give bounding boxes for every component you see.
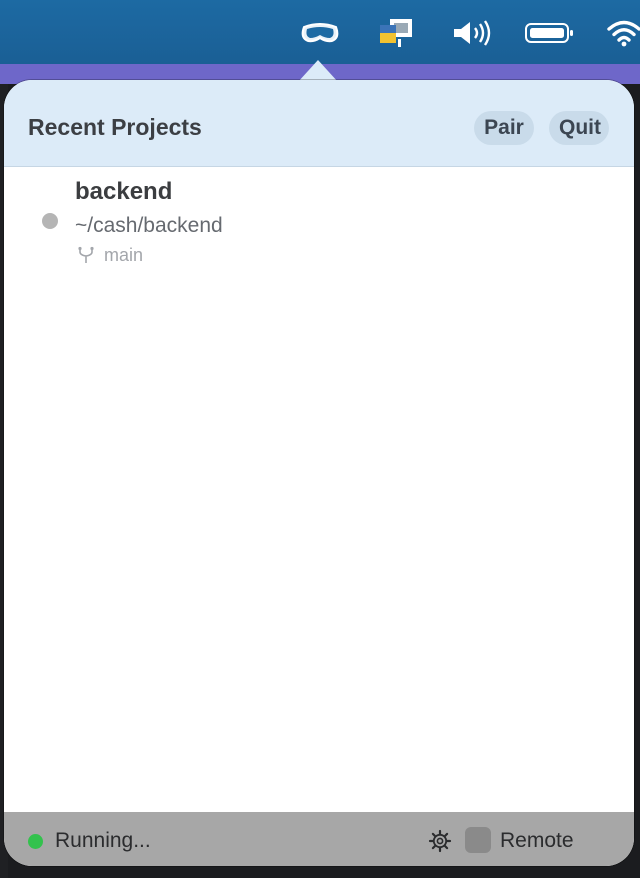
gear-icon[interactable] [428, 829, 452, 853]
app-status-icon[interactable] [372, 16, 420, 50]
remote-checkbox[interactable] [465, 827, 491, 853]
project-branch: main [104, 245, 144, 265]
remote-label[interactable]: Remote [500, 829, 574, 853]
pair-button[interactable]: Pair [474, 111, 534, 145]
popover-arrow [298, 60, 338, 82]
menu-bar [0, 0, 640, 64]
running-status-dot [28, 834, 43, 849]
wifi-icon[interactable] [604, 16, 640, 50]
running-status-label: Running... [55, 829, 151, 852]
project-path: ~/cash/backend [75, 214, 223, 237]
quit-button[interactable]: Quit [549, 111, 609, 145]
popover-footer: Running... Remote [4, 812, 634, 866]
project-item[interactable]: backend ~/cash/backend main [4, 176, 634, 272]
speaker-icon[interactable] [448, 16, 494, 50]
git-branch-icon [78, 246, 94, 263]
project-status-dot [42, 213, 58, 229]
vision-pro-icon[interactable] [296, 16, 344, 50]
popover-header: Recent Projects Pair Quit [4, 80, 634, 167]
project-name: backend [75, 178, 173, 205]
battery-icon[interactable] [522, 16, 578, 50]
recent-projects-popover: Recent Projects Pair Quit backend ~/cash… [4, 80, 634, 866]
popover-title: Recent Projects [28, 114, 202, 140]
